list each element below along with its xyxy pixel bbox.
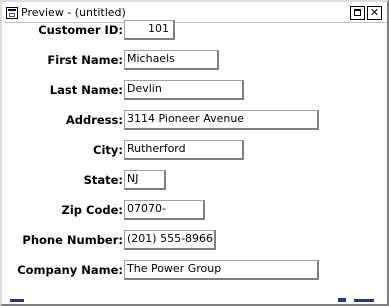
company-name-label: Company Name: xyxy=(17,263,123,277)
zip-code-row: Zip Code: 07070- xyxy=(2,200,389,220)
phone-number-row: Phone Number: (201) 555-8966 xyxy=(2,230,389,250)
zip-code-field[interactable]: 07070- xyxy=(124,200,205,220)
close-icon: ✕ xyxy=(369,6,380,19)
customer-id-field[interactable]: 101 xyxy=(124,20,175,40)
zip-code-label: Zip Code: xyxy=(61,203,124,217)
last-name-label: Last Name: xyxy=(49,83,123,97)
state-field[interactable]: NJ xyxy=(124,170,166,190)
customer-id-row: Customer ID: 101 xyxy=(2,20,389,40)
city-row: City: Rutherford xyxy=(2,140,389,160)
last-name-row: Last Name: Devlin xyxy=(2,80,389,100)
address-field[interactable]: 3114 Pioneer Avenue xyxy=(124,110,319,130)
state-row: State: NJ xyxy=(2,170,389,190)
horizontal-scrollbar-left[interactable] xyxy=(10,299,24,302)
city-label: City: xyxy=(93,143,123,157)
address-row: Address: 3114 Pioneer Avenue xyxy=(2,110,389,130)
preview-window: Preview - (untitled) ✕ Customer ID: 101 … xyxy=(0,0,389,306)
company-name-field[interactable]: The Power Group xyxy=(124,260,319,280)
window-title: Preview - (untitled) xyxy=(21,6,126,19)
maximize-button[interactable] xyxy=(350,6,365,20)
first-name-field[interactable]: Michaels xyxy=(124,50,219,70)
city-field[interactable]: Rutherford xyxy=(124,140,244,160)
app-icon[interactable] xyxy=(6,7,18,19)
phone-number-field[interactable]: (201) 555-8966 xyxy=(124,230,216,250)
first-name-row: First Name: Michaels xyxy=(2,50,389,70)
horizontal-scrollbar-thumb[interactable] xyxy=(338,298,346,302)
last-name-field[interactable]: Devlin xyxy=(124,80,244,100)
phone-number-label: Phone Number: xyxy=(22,233,123,247)
customer-id-label: Customer ID: xyxy=(38,23,123,37)
address-label: Address: xyxy=(65,113,123,127)
first-name-label: First Name: xyxy=(47,53,123,67)
close-button[interactable]: ✕ xyxy=(367,6,382,20)
state-label: State: xyxy=(83,173,123,187)
company-name-row: Company Name: The Power Group xyxy=(2,260,389,280)
horizontal-scrollbar-right[interactable] xyxy=(354,299,374,302)
maximize-icon xyxy=(354,9,361,16)
